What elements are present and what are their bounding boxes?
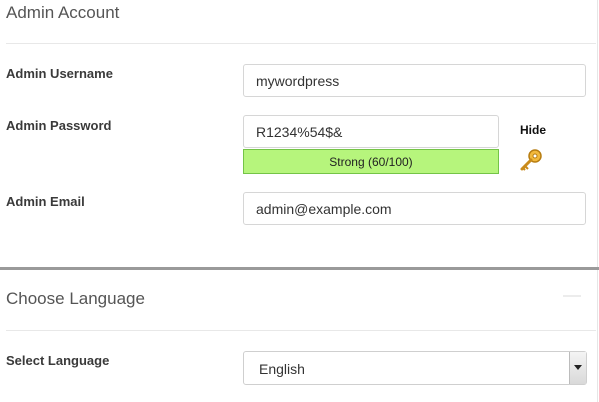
decorative-mark (563, 295, 581, 297)
admin-account-title: Admin Account (6, 3, 120, 22)
password-strength-text: Strong (60/100) (329, 154, 413, 169)
admin-password-label: Admin Password (6, 118, 112, 133)
admin-username-label: Admin Username (6, 66, 113, 81)
section-divider (6, 330, 596, 331)
chevron-down-icon[interactable] (569, 352, 586, 384)
select-language-label: Select Language (6, 353, 110, 368)
section-divider (6, 43, 596, 44)
language-select[interactable]: English (243, 351, 587, 385)
admin-email-input[interactable] (243, 192, 586, 225)
admin-email-label: Admin Email (6, 194, 85, 209)
install-form: Admin Account Admin Username Admin Passw… (0, 0, 599, 402)
key-icon[interactable] (518, 148, 544, 174)
hide-password-link[interactable]: Hide (520, 123, 546, 137)
password-strength-meter: Strong (60/100) (243, 149, 499, 174)
language-select-value: English (259, 361, 305, 377)
choose-language-title: Choose Language (6, 289, 145, 308)
section-separator (0, 267, 599, 270)
admin-password-input[interactable] (243, 115, 499, 148)
admin-username-input[interactable] (243, 64, 586, 97)
